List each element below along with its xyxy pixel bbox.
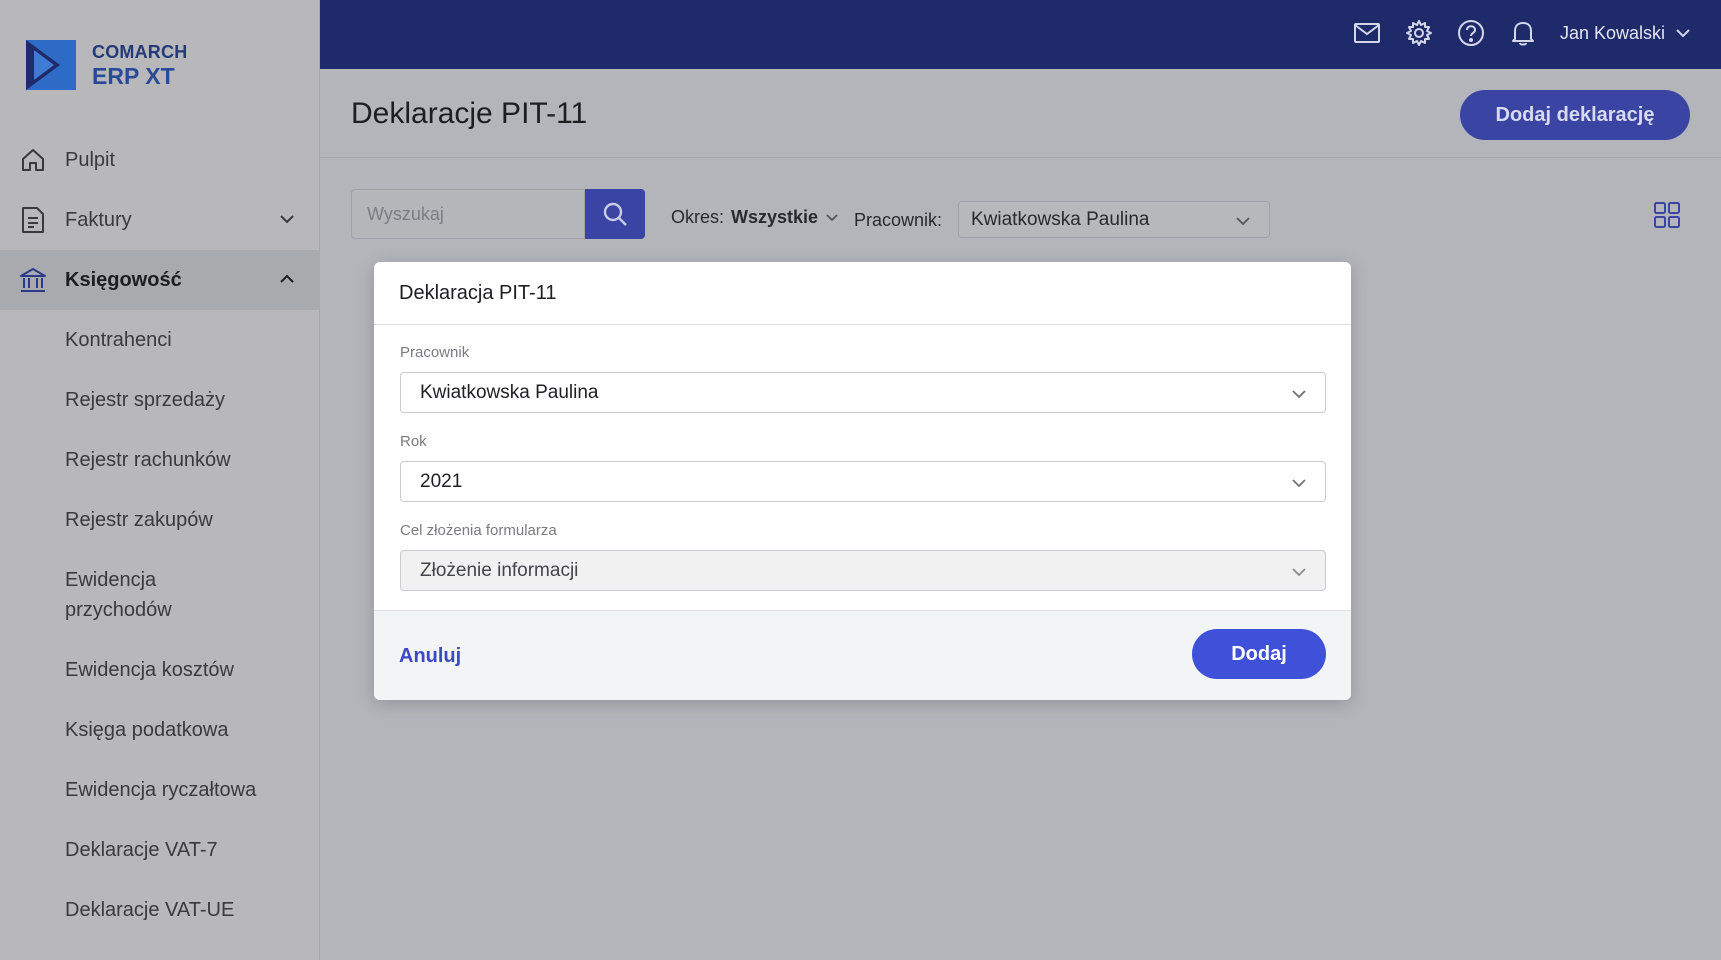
chevron-down-icon: [826, 213, 838, 221]
sidebar-subitem-label: Ewidencja przychodów: [65, 569, 172, 621]
purpose-select-value: Złożenie informacji: [420, 559, 579, 581]
dialog-footer: Anuluj Dodaj: [374, 610, 1351, 700]
logo[interactable]: COMARCH ERP XT: [26, 40, 187, 90]
sidebar-item-label: Faktury: [65, 208, 132, 231]
employee-field-label: Pracownik: [400, 344, 470, 361]
purpose-field-label: Cel złożenia formularza: [400, 522, 557, 539]
employee-filter-select[interactable]: Kwiatkowska Paulina: [958, 201, 1270, 238]
chevron-down-icon: [1676, 29, 1690, 38]
logo-line1: COMARCH: [92, 41, 188, 62]
dialog-title: Deklaracja PIT-11: [374, 262, 1351, 325]
sidebar-item-ksiegowosc[interactable]: Księgowość: [0, 250, 320, 310]
sidebar-subitem-deklaracje-vatue[interactable]: Deklaracje VAT-UE: [0, 880, 320, 940]
chevron-up-icon: [280, 274, 294, 283]
sidebar-subitem-ewidencja-ryczaltowa[interactable]: Ewidencja ryczałtowa: [0, 760, 320, 820]
year-field-label: Rok: [400, 433, 427, 450]
cancel-button[interactable]: Anuluj: [399, 645, 461, 668]
search-input[interactable]: Wyszukaj: [351, 189, 585, 239]
period-filter[interactable]: Okres: Wszystkie: [671, 207, 839, 228]
help-icon[interactable]: [1456, 18, 1486, 48]
bank-icon: [18, 265, 48, 295]
add-declaration-button[interactable]: Dodaj deklarację: [1460, 90, 1690, 140]
sidebar-subitem-ksiega-podatkowa[interactable]: Księga podatkowa: [0, 700, 320, 760]
grid-view-icon[interactable]: [1654, 202, 1680, 228]
chevron-down-icon: [280, 215, 294, 224]
comarch-logo-icon: [26, 40, 76, 90]
period-value: Wszystkie: [731, 207, 819, 227]
sidebar-item-label: Pulpit: [65, 148, 116, 171]
mail-icon[interactable]: [1352, 18, 1382, 48]
sidebar-item-label: Księgowość: [65, 268, 182, 291]
employee-filter-value: Kwiatkowska Paulina: [971, 208, 1150, 230]
page-title: Deklaracje PIT-11: [351, 97, 588, 130]
sidebar-subitem-rejestr-zakupow[interactable]: Rejestr zakupów: [0, 490, 320, 550]
chevron-down-icon: [1292, 390, 1306, 399]
employee-filter-label: Pracownik:: [854, 210, 943, 230]
document-icon: [18, 205, 48, 235]
employee-select-value: Kwiatkowska Paulina: [420, 381, 599, 403]
bell-icon[interactable]: [1508, 18, 1538, 48]
search-icon: [603, 202, 627, 226]
sidebar-subitem-kontrahenci[interactable]: Kontrahenci: [0, 310, 320, 370]
sidebar-subitem-deklaracje-vat7[interactable]: Deklaracje VAT-7: [0, 820, 320, 880]
purpose-select: Złożenie informacji: [400, 550, 1326, 591]
sidebar: COMARCH ERP XT Pulpit Faktury Księgowość…: [0, 0, 320, 960]
sidebar-subitem-rejestr-rachunkow[interactable]: Rejestr rachunków: [0, 430, 320, 490]
user-menu[interactable]: Jan Kowalski: [1560, 23, 1691, 44]
page-header: Deklaracje PIT-11 Dodaj deklarację: [320, 69, 1721, 158]
pit11-dialog: Deklaracja PIT-11 Pracownik Kwiatkowska …: [374, 262, 1351, 700]
sidebar-item-pulpit[interactable]: Pulpit: [0, 130, 320, 190]
employee-select[interactable]: Kwiatkowska Paulina: [400, 372, 1326, 413]
search-button[interactable]: [585, 189, 645, 239]
sidebar-subitem-rejestr-sprzedazy[interactable]: Rejestr sprzedaży: [0, 370, 320, 430]
top-bar: Jan Kowalski: [320, 0, 1721, 69]
year-select[interactable]: 2021: [400, 461, 1326, 502]
logo-line2: ERP XT: [92, 62, 175, 89]
user-name: Jan Kowalski: [1559, 22, 1665, 43]
chevron-down-icon: [1292, 568, 1306, 577]
chevron-down-icon: [1292, 479, 1306, 488]
chevron-down-icon: [1236, 217, 1250, 226]
sidebar-item-faktury[interactable]: Faktury: [0, 190, 320, 250]
period-label: Okres:: [671, 207, 725, 227]
sidebar-nav: Pulpit Faktury Księgowość Kontrahenci Re…: [0, 130, 320, 940]
sidebar-subitem-ewidencja-przychodow[interactable]: Ewidencja przychodów: [0, 550, 320, 640]
add-button[interactable]: Dodaj: [1192, 629, 1326, 679]
sidebar-subitem-ewidencja-kosztow[interactable]: Ewidencja kosztów: [0, 640, 320, 700]
home-icon: [18, 145, 48, 175]
gear-icon[interactable]: [1404, 18, 1434, 48]
year-select-value: 2021: [420, 470, 463, 492]
